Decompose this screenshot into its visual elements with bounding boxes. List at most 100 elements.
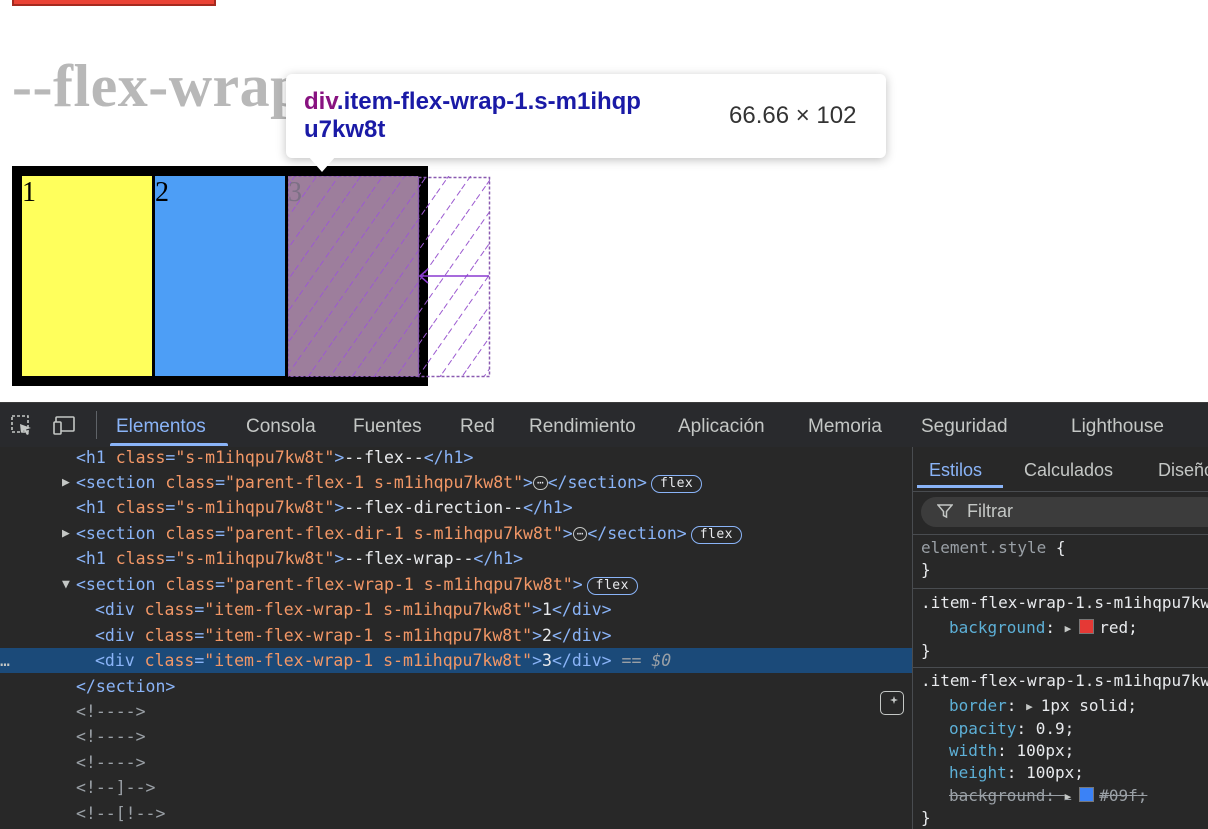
dom-node-div-3-selected[interactable]: … <div class="item-flex-wrap-1 s-m1ihqpu…: [0, 648, 912, 673]
flex-badge[interactable]: flex: [586, 577, 638, 595]
flex-wrap-container: 1 2 3: [12, 166, 428, 386]
selected-node-marker: == $0: [621, 651, 672, 670]
styles-filter-input[interactable]: Filtrar: [921, 497, 1208, 527]
ai-assistance-icon[interactable]: [880, 691, 904, 715]
element-tooltip: div.item-flex-wrap-1.s-m1ihqp u7kw8t 66.6…: [286, 74, 886, 158]
collapsed-ellipsis-icon[interactable]: ⋯: [532, 476, 548, 490]
attr-value: "s-m1ihqpu7kw8t": [175, 498, 335, 517]
dom-node-div-1[interactable]: <div class="item-flex-wrap-1 s-m1ihqpu7k…: [0, 597, 912, 622]
expand-triangle-icon[interactable]: ▶: [1026, 700, 1033, 713]
comment-text: <!---->: [76, 753, 146, 772]
tag-open: <h1: [76, 498, 116, 517]
tooltip-size: 66.66 × 102: [729, 102, 857, 129]
prop-value: 0.9: [1035, 719, 1065, 738]
dom-comment[interactable]: <!---->: [0, 750, 912, 775]
page-viewport: --flex-wrap-- 1 2 3 div.item-flex-wrap-1…: [0, 0, 1208, 402]
attr-name: class: [165, 473, 216, 492]
node-text: --flex-wrap--: [344, 549, 474, 568]
tab-application[interactable]: Aplicación: [678, 403, 765, 447]
tab-performance[interactable]: Rendimiento: [529, 403, 636, 447]
row-actions-dots-icon[interactable]: …: [0, 648, 10, 673]
dom-comment[interactable]: <!---->: [0, 699, 912, 724]
node-text: --flex-direction--: [344, 498, 524, 517]
dom-node-div-2[interactable]: <div class="item-flex-wrap-1 s-m1ihqpu7k…: [0, 623, 912, 648]
tab-elements[interactable]: Elementos: [116, 403, 206, 447]
flex-badge[interactable]: flex: [690, 526, 742, 544]
tab-computed[interactable]: Calculados: [1024, 447, 1113, 491]
rule2-opacity-decl[interactable]: opacity: 0.9;: [949, 718, 1074, 740]
tag-open: <div: [95, 600, 145, 619]
color-swatch[interactable]: [1079, 787, 1095, 802]
rule2-selector[interactable]: .item-flex-wrap-1.s-m1ihqpu7kw8t: [921, 670, 1208, 692]
attr-value: "parent-flex-1 s-m1ihqpu7kw8t": [225, 473, 524, 492]
tab-network[interactable]: Red: [460, 403, 495, 447]
dom-node-section-close[interactable]: </section>: [0, 674, 912, 699]
tag-close: </section>: [547, 473, 647, 492]
inspect-element-icon[interactable]: [9, 413, 35, 437]
dom-node-section-flex-wrap[interactable]: ▼ <section class="parent-flex-wrap-1 s-m…: [0, 572, 912, 597]
filter-placeholder: Filtrar: [967, 501, 1013, 521]
dom-tree: <h1 class="s-m1ihqpu7kw8t">--flex--</h1>…: [0, 447, 912, 829]
dom-node-section-flex-dir[interactable]: ▶ <section class="parent-flex-dir-1 s-m1…: [0, 521, 912, 546]
tab-layout[interactable]: Diseño: [1158, 447, 1208, 491]
active-tab-indicator: [110, 443, 228, 446]
expand-triangle-icon[interactable]: ▶: [1065, 790, 1072, 803]
dom-node-section-flex[interactable]: ▶ <section class="parent-flex-1 s-m1ihqp…: [0, 470, 912, 495]
expand-triangle-icon[interactable]: ▶: [62, 470, 70, 495]
node-text: --flex--: [344, 448, 424, 467]
dom-comment[interactable]: <!--]-->: [0, 775, 912, 800]
element-style-rule[interactable]: element.style {: [921, 537, 1066, 559]
rule2-height-decl[interactable]: height: 100px;: [949, 762, 1084, 784]
prop-value: red: [1099, 618, 1129, 637]
tab-lighthouse[interactable]: Lighthouse: [1071, 403, 1164, 447]
dom-comment[interactable]: <!---->: [0, 724, 912, 749]
color-swatch[interactable]: [1079, 619, 1095, 634]
rule2-background-decl-overridden[interactable]: background: ▶ #09f;: [949, 785, 1147, 808]
comment-text: <!--]-->: [76, 778, 156, 797]
tab-console[interactable]: Consola: [246, 403, 316, 447]
dom-node-h1-flex-wrap[interactable]: <h1 class="s-m1ihqpu7kw8t">--flex-wrap--…: [0, 546, 912, 571]
prop-name: border: [949, 696, 1007, 715]
attr-name: class: [115, 498, 166, 517]
attr-name: class: [144, 651, 195, 670]
dom-node-h1-flex[interactable]: <h1 class="s-m1ihqpu7kw8t">--flex--</h1>: [0, 447, 912, 470]
rule2-border-decl[interactable]: border: ▶ 1px solid;: [949, 695, 1137, 718]
attr-name: class: [165, 524, 216, 543]
collapse-triangle-icon[interactable]: ▼: [62, 572, 70, 597]
tab-memory[interactable]: Memoria: [808, 403, 882, 447]
prop-name: background: [949, 618, 1046, 637]
filter-icon: [937, 504, 953, 519]
tag-close: </div>: [551, 600, 612, 619]
attr-value: "item-flex-wrap-1 s-m1ihqpu7kw8t": [204, 626, 533, 645]
comment-text: <!---->: [76, 702, 146, 721]
tab-sources[interactable]: Fuentes: [353, 403, 422, 447]
tag-close: </h1>: [523, 498, 573, 517]
rule1-selector[interactable]: .item-flex-wrap-1.s-m1ihqpu7kw8t: [921, 592, 1208, 614]
rule2-width-decl[interactable]: width: 100px;: [949, 740, 1074, 762]
close-brace: }: [921, 641, 931, 660]
tag-close: </div>: [551, 651, 612, 670]
tooltip-selector: div.item-flex-wrap-1.s-m1ihqp u7kw8t: [304, 88, 714, 144]
device-toolbar-icon[interactable]: [52, 413, 78, 437]
dom-comment[interactable]: <!--[!-->: [0, 801, 912, 826]
tag-open: <section: [76, 473, 166, 492]
tag-close: </section>: [587, 524, 687, 543]
tooltip-tag-name: div: [304, 88, 337, 115]
tab-security[interactable]: Seguridad: [921, 403, 1008, 447]
flex-item-2: 2: [155, 176, 285, 376]
expand-triangle-icon[interactable]: ▶: [62, 521, 70, 546]
close-brace: }: [921, 560, 931, 579]
attr-value: "s-m1ihqpu7kw8t": [175, 448, 335, 467]
collapsed-ellipsis-icon[interactable]: ⋯: [572, 527, 588, 541]
dom-node-h1-flex-direction[interactable]: <h1 class="s-m1ihqpu7kw8t">--flex-direct…: [0, 495, 912, 520]
flex-badge[interactable]: flex: [650, 475, 703, 493]
node-text: 3: [542, 651, 552, 670]
flex-item-label: 3: [288, 177, 302, 208]
attr-name: class: [115, 448, 166, 467]
tooltip-class-part2: u7kw8t: [304, 116, 386, 143]
prop-value: 1px solid: [1040, 696, 1128, 715]
prop-name: height: [949, 763, 1007, 782]
tag-open: <div: [95, 651, 145, 670]
expand-triangle-icon[interactable]: ▶: [1065, 622, 1072, 635]
rule1-background-decl[interactable]: background: ▶ red;: [949, 617, 1138, 640]
